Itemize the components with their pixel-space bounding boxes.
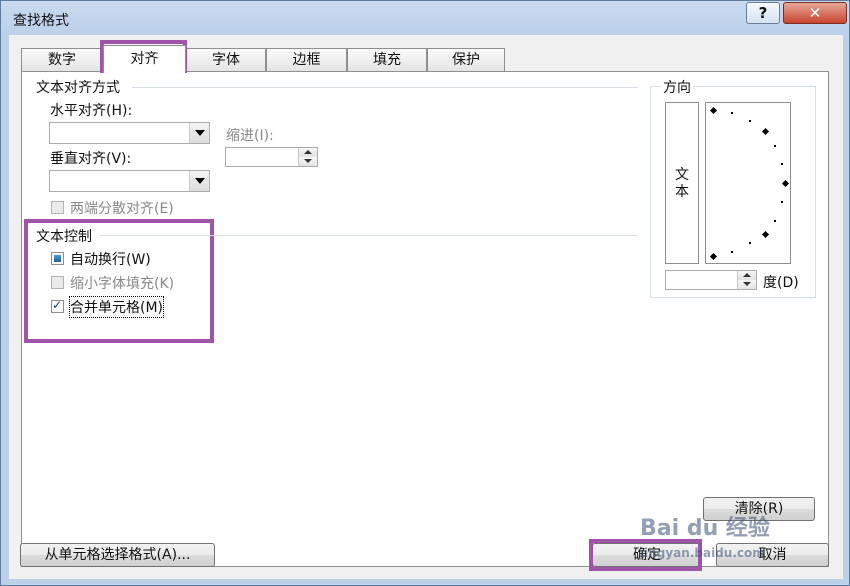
dial-tick bbox=[774, 220, 776, 222]
title-bar: 查找格式 ? ✕ bbox=[1, 1, 850, 35]
shrink-to-fit-checkbox[interactable] bbox=[51, 276, 64, 289]
dial-tick bbox=[731, 251, 733, 253]
dial-marker bbox=[709, 252, 718, 261]
group-divider bbox=[132, 87, 638, 88]
dial-marker bbox=[761, 230, 770, 239]
shrink-to-fit-label: 缩小字体填充(K) bbox=[70, 276, 175, 292]
dial-marker bbox=[761, 127, 770, 136]
dial-tick bbox=[749, 120, 751, 122]
tab-number[interactable]: 数字 bbox=[21, 48, 103, 72]
spin-down-icon[interactable] bbox=[299, 157, 317, 166]
dial-tick bbox=[781, 201, 783, 203]
vertical-text-button[interactable]: 文本 bbox=[665, 102, 699, 264]
dial-marker bbox=[709, 106, 718, 115]
indent-spinner[interactable] bbox=[225, 147, 318, 167]
vertical-align-select[interactable] bbox=[49, 170, 210, 192]
wrap-text-label: 自动换行(W) bbox=[70, 252, 151, 268]
dial-tick bbox=[774, 145, 776, 147]
chevron-down-icon[interactable] bbox=[189, 171, 209, 191]
merge-cells-checkbox[interactable] bbox=[51, 298, 64, 313]
watermark-url: jingyan.baidu.com bbox=[640, 546, 765, 560]
chevron-down-icon[interactable] bbox=[189, 123, 209, 143]
tab-font[interactable]: 字体 bbox=[186, 48, 266, 72]
group-divider bbox=[100, 235, 638, 236]
justify-distributed-checkbox[interactable] bbox=[51, 201, 64, 214]
indent-label: 缩进(I): bbox=[226, 128, 274, 144]
merge-cells-label: 合并单元格(M) bbox=[68, 296, 165, 318]
dial-tick bbox=[781, 163, 783, 165]
dialog-title: 查找格式 bbox=[13, 13, 69, 29]
justify-distributed-label: 两端分散对齐(E) bbox=[70, 201, 174, 217]
horizontal-align-select[interactable] bbox=[49, 122, 210, 144]
spinner-buttons bbox=[737, 271, 756, 289]
text-alignment-group-title: 文本对齐方式 bbox=[36, 80, 120, 96]
dial-tick bbox=[749, 242, 751, 244]
vertical-align-label: 垂直对齐(V): bbox=[50, 151, 132, 167]
close-button[interactable]: ✕ bbox=[783, 2, 847, 24]
degrees-label: 度(D) bbox=[763, 275, 799, 291]
wrap-text-checkbox[interactable] bbox=[51, 252, 64, 265]
degrees-spinner[interactable] bbox=[665, 270, 757, 290]
tab-alignment[interactable]: 对齐 bbox=[103, 45, 186, 73]
watermark-logo: Bai du 经验 bbox=[640, 516, 770, 541]
dial-marker bbox=[781, 179, 790, 188]
vertical-text-label: 文本 bbox=[675, 167, 689, 200]
help-button[interactable]: ? bbox=[746, 2, 780, 24]
tab-border[interactable]: 边框 bbox=[266, 48, 347, 72]
tab-protection[interactable]: 保护 bbox=[427, 48, 505, 72]
tab-fill[interactable]: 填充 bbox=[347, 48, 427, 72]
orientation-dial[interactable] bbox=[705, 102, 791, 264]
dial-tick bbox=[731, 112, 733, 114]
text-control-group-title: 文本控制 bbox=[36, 229, 92, 245]
orientation-group-title: 方向 bbox=[661, 77, 693, 97]
spin-down-icon[interactable] bbox=[738, 280, 756, 289]
horizontal-align-label: 水平对齐(H): bbox=[50, 103, 133, 119]
spinner-buttons bbox=[298, 148, 317, 166]
choose-from-cell-button[interactable]: 从单元格选择格式(A)... bbox=[20, 543, 215, 567]
